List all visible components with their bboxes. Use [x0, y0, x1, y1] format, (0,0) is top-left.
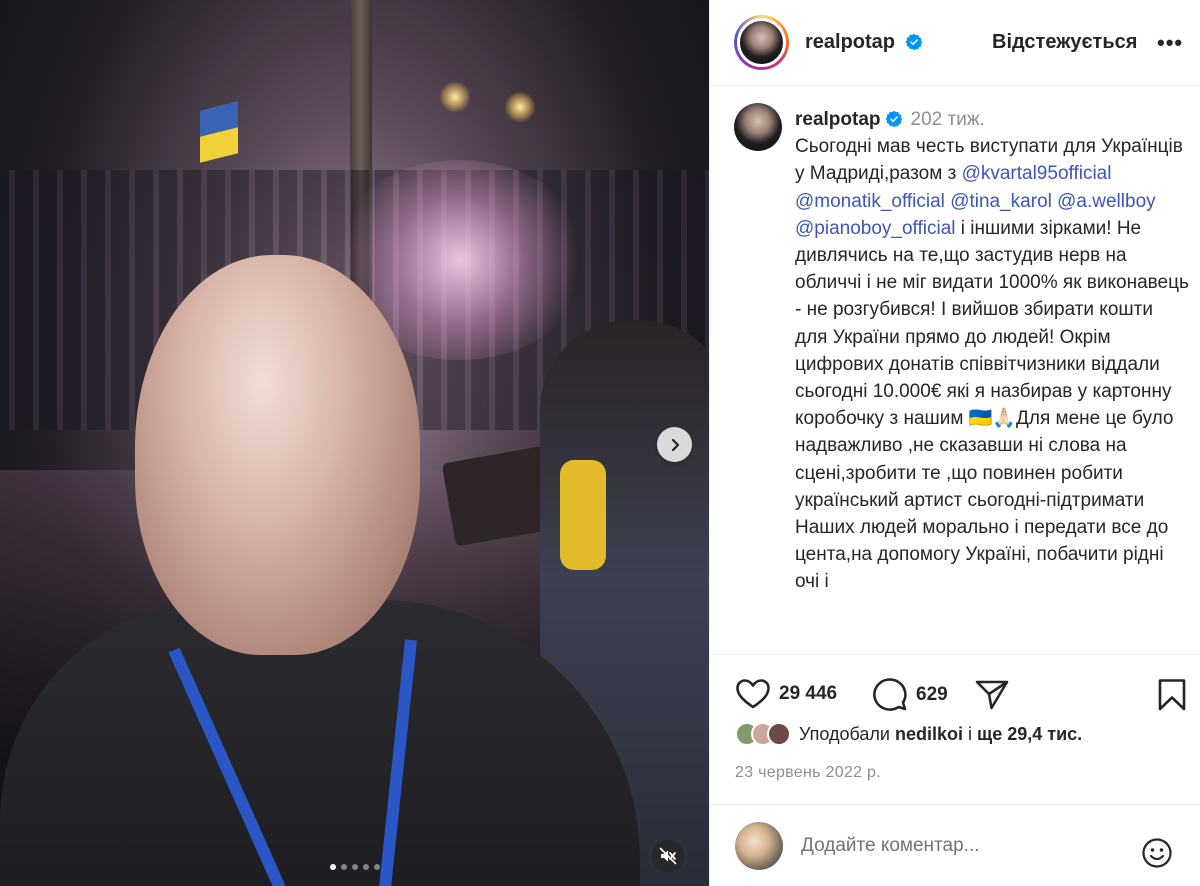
- chevron-right-icon: [671, 438, 679, 451]
- mention-link[interactable]: @tina_karol: [950, 191, 1052, 212]
- save-action[interactable]: [1157, 678, 1187, 712]
- person-face: [135, 255, 420, 655]
- post-age[interactable]: 202 тиж.: [911, 109, 985, 130]
- liked-by-count[interactable]: ще 29,4 тис.: [977, 724, 1082, 744]
- mention-link[interactable]: @kvartal95official: [962, 163, 1112, 184]
- caption-fade: [710, 640, 1200, 654]
- street-lamp: [440, 82, 470, 112]
- paper-plane-icon: [975, 680, 1009, 710]
- heart-icon: [736, 679, 770, 709]
- mention-link[interactable]: @monatik_official: [795, 191, 945, 212]
- carousel-dot: [351, 864, 358, 870]
- caption-author-avatar[interactable]: [734, 103, 782, 151]
- speech-bubble-icon: [873, 678, 907, 711]
- post-caption: realpotap 202 тиж. Сьогодні мав честь ви…: [795, 106, 1190, 596]
- mute-toggle-button[interactable]: [652, 840, 684, 872]
- caption-text: і іншими зірками! Не дивлячись на те,що …: [795, 217, 1189, 593]
- mention-link[interactable]: @pianoboy_official: [795, 218, 956, 239]
- post-date[interactable]: 23 червень 2022 р.: [735, 764, 881, 782]
- caption-username[interactable]: realpotap: [795, 109, 881, 130]
- carousel-dots: [0, 864, 709, 870]
- carousel-next-button[interactable]: [657, 427, 692, 462]
- comment-input[interactable]: [801, 834, 1121, 857]
- author-username-text[interactable]: realpotap: [805, 31, 895, 53]
- author-username[interactable]: realpotap: [805, 31, 923, 54]
- share-action[interactable]: [974, 678, 1010, 712]
- like-count[interactable]: 29 446: [779, 683, 837, 705]
- speaker-muted-icon: [659, 847, 677, 865]
- more-options-icon[interactable]: •••: [1157, 30, 1183, 56]
- caption-scroll-area[interactable]: realpotap 202 тиж. Сьогодні мав честь ви…: [710, 86, 1200, 654]
- post-media[interactable]: [0, 0, 709, 886]
- street-lamp: [505, 92, 535, 122]
- verified-badge-icon: [905, 33, 923, 51]
- post-header: realpotap Відстежується •••: [710, 0, 1200, 86]
- liked-by-row: Уподобали nedilkoi і ще 29,4 тис.: [735, 722, 1082, 746]
- post-side-panel: realpotap Відстежується ••• realpotap 20…: [709, 0, 1200, 886]
- liked-by-text[interactable]: Уподобали nedilkoi і ще 29,4 тис.: [799, 724, 1082, 745]
- liked-by-conjunction: і: [968, 723, 973, 744]
- verified-badge-icon: [885, 110, 902, 128]
- current-user-avatar: [735, 821, 783, 870]
- smiley-icon[interactable]: [1141, 837, 1173, 869]
- comment-action[interactable]: 629: [872, 678, 948, 712]
- carousel-dot: [373, 864, 380, 870]
- like-action[interactable]: 29 446: [735, 678, 837, 710]
- comment-bar: [710, 804, 1200, 886]
- carousel-dot: [329, 864, 336, 870]
- mention-link[interactable]: @a.wellboy: [1057, 191, 1156, 212]
- liker-avatar[interactable]: [767, 722, 791, 746]
- following-button[interactable]: Відстежується: [992, 31, 1137, 54]
- bookmark-icon: [1158, 679, 1186, 711]
- ukrainian-flag: [200, 101, 238, 163]
- liked-by-prefix: Уподобали: [799, 723, 890, 744]
- post-actions: 29 446 629 Уподобали nedilkoi і ще 29,4 …: [710, 654, 1200, 804]
- carousel-dot: [340, 864, 347, 870]
- author-avatar[interactable]: [734, 15, 789, 70]
- comment-count[interactable]: 629: [916, 684, 948, 706]
- carousel-dot: [362, 864, 369, 870]
- liked-by-user[interactable]: nedilkoi: [895, 724, 963, 744]
